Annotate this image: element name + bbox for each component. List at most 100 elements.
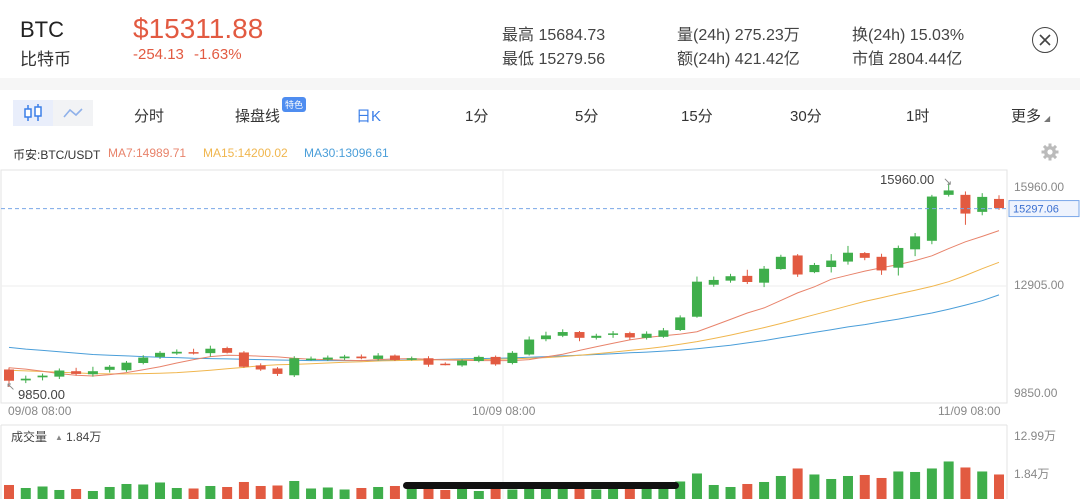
volume-bar (457, 488, 468, 499)
volume-bar (742, 483, 753, 499)
candle-body (994, 198, 1004, 209)
volume-bar (960, 467, 971, 499)
candle-body (121, 362, 132, 371)
candle-body (842, 252, 853, 262)
candle (507, 351, 518, 365)
volume-bar (255, 485, 266, 499)
volume-bar (792, 468, 803, 499)
candle-body (406, 358, 417, 360)
candle-body (473, 356, 484, 361)
volume-bar (893, 471, 904, 499)
candle (423, 356, 434, 367)
candle (842, 245, 853, 265)
volume-bar (339, 489, 350, 499)
candle (893, 245, 904, 276)
volume-bar (977, 471, 988, 499)
candle-body (608, 333, 619, 335)
candle (20, 375, 31, 384)
candle-body (171, 351, 182, 354)
candle-body (574, 332, 585, 338)
date-label: 09/08 08:00 (8, 404, 72, 418)
candle-body (440, 363, 451, 366)
candle (205, 345, 216, 357)
candle (792, 254, 803, 277)
volume-bar (842, 475, 853, 499)
candle (188, 348, 199, 355)
candle (222, 346, 233, 354)
candle-body (524, 339, 535, 355)
candle-body (507, 352, 518, 364)
volume-title: 成交量 (11, 429, 47, 444)
volume-bar (71, 488, 82, 499)
candle (440, 362, 451, 366)
candle-body (238, 352, 249, 367)
current-price-label: 15297.06 (1013, 204, 1059, 216)
candle-body (557, 332, 568, 336)
candle-body (389, 355, 400, 360)
candle (691, 276, 702, 318)
candle (624, 331, 635, 340)
volume-bar (104, 486, 115, 499)
candle-body (306, 358, 317, 361)
candle-body (490, 356, 501, 365)
candle-body (792, 255, 803, 275)
candle (826, 254, 837, 273)
candle-body (356, 356, 367, 359)
candle (87, 366, 98, 377)
volume-bar (171, 487, 182, 499)
candle-body (289, 358, 300, 376)
candle (775, 254, 786, 270)
volume-bar (4, 484, 14, 499)
max-price-marker: 15960.00 (880, 172, 934, 187)
candle (876, 253, 887, 275)
min-price-marker: 9850.00 (18, 387, 65, 402)
date-label: 11/09 08:00 (938, 404, 1001, 418)
candle (675, 315, 686, 332)
volume-bar (574, 487, 585, 499)
candle-body (155, 352, 166, 357)
candle-body (641, 333, 652, 338)
volume-bar (910, 471, 921, 499)
volume-bar (591, 489, 602, 499)
candle (591, 333, 602, 340)
candle-body (893, 247, 904, 268)
volume-bar (708, 484, 719, 499)
candle-body (138, 357, 149, 364)
candle (289, 356, 300, 377)
candle-body (540, 335, 551, 340)
candle (255, 363, 266, 371)
candle-body (20, 378, 31, 381)
volume-bar (943, 461, 954, 499)
candle-body (222, 348, 233, 353)
candle (238, 351, 249, 368)
volume-bar (691, 473, 702, 499)
volume-bar (826, 478, 837, 499)
kline-chart[interactable]: 15960.00 12905.00 9850.00 09/08 08:00 10… (0, 0, 1080, 499)
volume-bars (4, 461, 1004, 499)
candle-body (658, 330, 669, 337)
max-arrow-icon: ↘ (943, 176, 952, 188)
candle-body (977, 196, 988, 212)
candle (71, 367, 82, 376)
candle-body (423, 358, 434, 365)
candle (994, 195, 1004, 210)
volume-bar (490, 488, 501, 499)
volume-bar (289, 480, 300, 499)
volume-bar (926, 468, 937, 499)
volume-axis-label: 12.99万 (1014, 429, 1056, 443)
candle (574, 331, 585, 342)
candle-body (373, 355, 384, 359)
volume-value: 1.84万 (66, 430, 101, 444)
candle (658, 327, 669, 338)
candle-body (188, 352, 199, 354)
candle-body (960, 194, 971, 214)
candle-body (591, 335, 602, 338)
candle-body (37, 375, 48, 378)
candle (490, 355, 501, 366)
candle-body (339, 356, 350, 359)
candle (104, 365, 115, 373)
price-axis-label: 9850.00 (1014, 386, 1058, 400)
volume-bar (37, 486, 48, 499)
candle (524, 336, 535, 356)
candle-body (624, 333, 635, 338)
